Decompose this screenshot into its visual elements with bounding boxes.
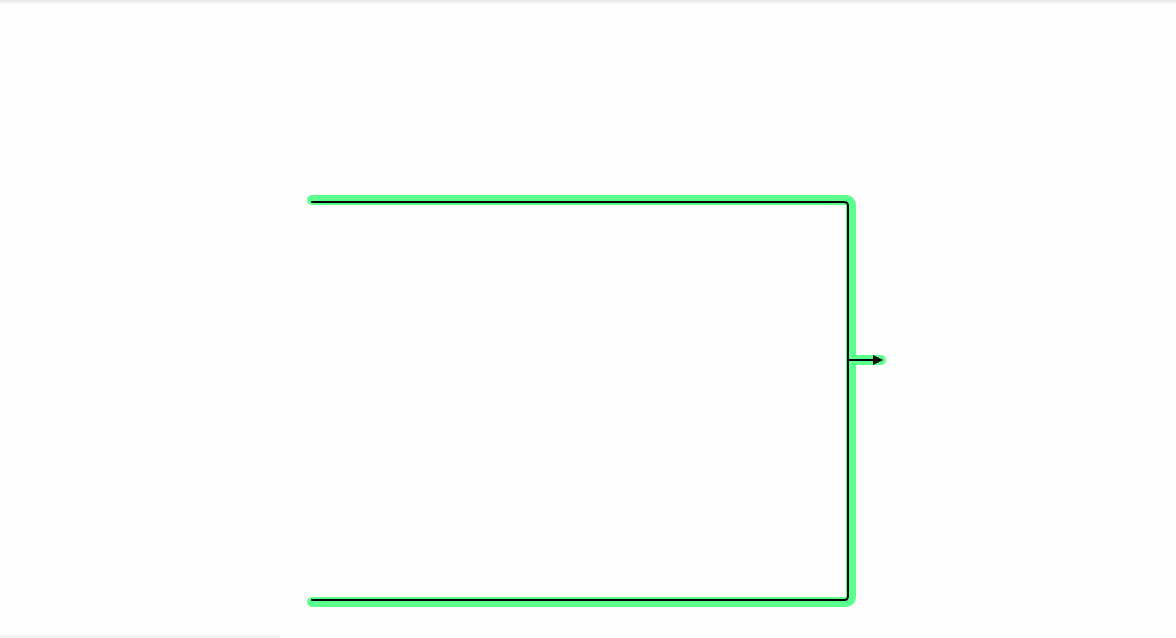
input-edge-top[interactable] [311, 201, 849, 361]
diagram-editor-window [0, 0, 1176, 638]
connector-lines[interactable] [311, 201, 883, 601]
highlight-bracket-path [307, 195, 856, 607]
input-edge-bottom[interactable] [311, 359, 849, 601]
selection-highlight [307, 195, 886, 607]
diagram-canvas[interactable] [0, 0, 1176, 638]
